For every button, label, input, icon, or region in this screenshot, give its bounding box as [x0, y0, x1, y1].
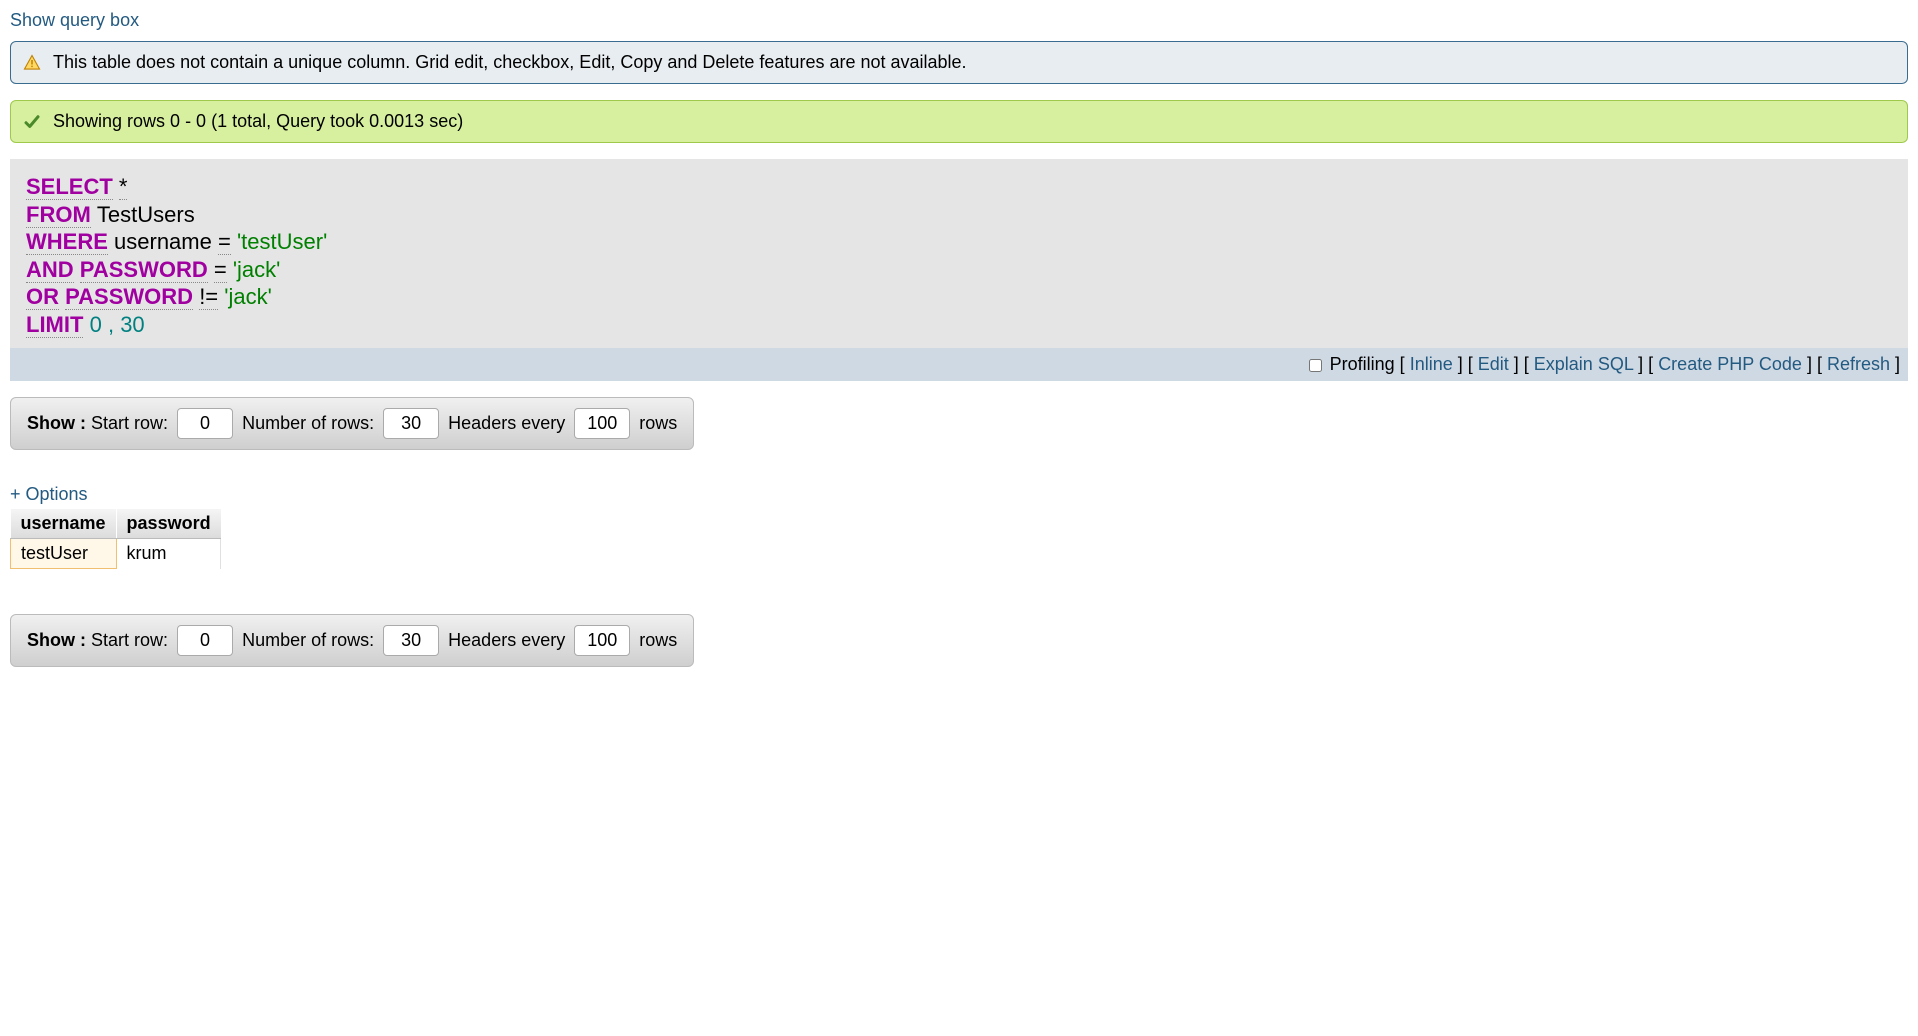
success-text: Showing rows 0 - 0 (1 total, Query took …: [53, 111, 463, 132]
edit-link[interactable]: Edit: [1478, 354, 1509, 374]
cell-username[interactable]: testUser: [11, 539, 117, 569]
num-rows-input-bottom[interactable]: [383, 625, 439, 656]
sql-val-user: 'testUser': [237, 229, 327, 254]
sql-select-kw: SELECT: [26, 174, 113, 200]
sql-where-kw: WHERE: [26, 229, 108, 255]
results-table: username password testUser krum: [10, 509, 221, 569]
create-php-link[interactable]: Create PHP Code: [1658, 354, 1802, 374]
sql-star: *: [119, 174, 128, 200]
sql-limit-count: 30: [120, 312, 144, 337]
profiling-label: Profiling: [1330, 354, 1395, 374]
sql-val-jack1: 'jack': [233, 257, 281, 282]
start-row-label: Start row:: [91, 413, 168, 433]
check-icon: [23, 113, 41, 131]
warning-icon: [23, 54, 41, 72]
sql-actions-bar: Profiling [ Inline ] [ Edit ] [ Explain …: [10, 348, 1908, 381]
table-row: testUser krum: [11, 539, 221, 569]
start-row-input[interactable]: [177, 408, 233, 439]
num-rows-input[interactable]: [383, 408, 439, 439]
headers-every-input-bottom[interactable]: [574, 625, 630, 656]
num-rows-label-bottom: Number of rows:: [242, 630, 374, 650]
sql-from-kw: FROM: [26, 202, 91, 228]
explain-sql-link[interactable]: Explain SQL: [1534, 354, 1633, 374]
show-label: Show :: [27, 413, 86, 433]
sql-query-display: SELECT * FROM TestUsers WHERE username =…: [10, 159, 1908, 381]
headers-every-input[interactable]: [574, 408, 630, 439]
warning-text: This table does not contain a unique col…: [53, 52, 967, 73]
rows-label: rows: [639, 413, 677, 433]
sql-limit-from: 0: [90, 312, 102, 337]
navigation-bar-bottom: Show : Start row: Number of rows: Header…: [10, 614, 694, 667]
headers-every-label-bottom: Headers every: [448, 630, 565, 650]
options-link[interactable]: + Options: [10, 484, 1908, 505]
sql-op-eq2: =: [214, 257, 227, 283]
show-query-box-link[interactable]: Show query box: [10, 10, 1908, 31]
column-header-password[interactable]: password: [116, 509, 221, 539]
sql-password-kw1: PASSWORD: [80, 257, 208, 283]
sql-password-kw2: PASSWORD: [65, 284, 193, 310]
sql-limit-comma: ,: [108, 312, 114, 337]
rows-label-bottom: rows: [639, 630, 677, 650]
sql-table-name: TestUsers: [97, 202, 195, 227]
warning-notice: This table does not contain a unique col…: [10, 41, 1908, 84]
profiling-checkbox[interactable]: [1309, 359, 1322, 372]
sql-col-username: username: [114, 229, 212, 254]
sql-text: SELECT * FROM TestUsers WHERE username =…: [26, 173, 1892, 338]
start-row-label-bottom: Start row:: [91, 630, 168, 650]
cell-password[interactable]: krum: [116, 539, 221, 569]
success-notice: Showing rows 0 - 0 (1 total, Query took …: [10, 100, 1908, 143]
refresh-link[interactable]: Refresh: [1827, 354, 1890, 374]
sql-or-kw: OR: [26, 284, 59, 310]
num-rows-label: Number of rows:: [242, 413, 374, 433]
sql-op-neq: !=: [199, 284, 218, 310]
column-header-username[interactable]: username: [11, 509, 117, 539]
show-label-bottom: Show :: [27, 630, 86, 650]
navigation-bar-top: Show : Start row: Number of rows: Header…: [10, 397, 694, 450]
sql-limit-kw: LIMIT: [26, 312, 83, 338]
sql-op-eq1: =: [218, 229, 231, 255]
headers-every-label: Headers every: [448, 413, 565, 433]
sql-and-kw: AND: [26, 257, 74, 283]
start-row-input-bottom[interactable]: [177, 625, 233, 656]
sql-val-jack2: 'jack': [224, 284, 272, 309]
inline-link[interactable]: Inline: [1410, 354, 1453, 374]
